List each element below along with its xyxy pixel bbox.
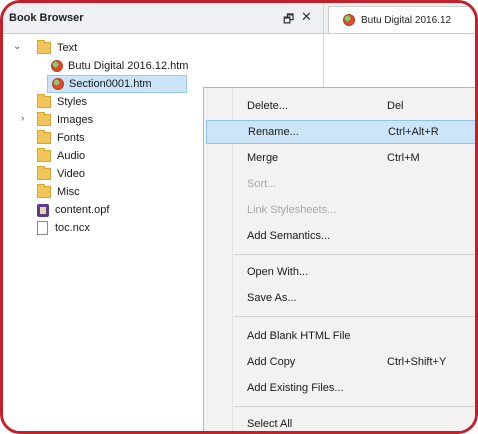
- tree-folder-audio[interactable]: Audio: [37, 147, 85, 165]
- menu-item-label: Add Blank HTML File: [247, 330, 351, 342]
- opf-file-icon: [37, 203, 49, 217]
- menu-separator: [234, 316, 475, 317]
- menu-item-label: Merge: [247, 152, 279, 164]
- tree-label: Misc: [57, 186, 80, 198]
- folder-icon: [37, 112, 51, 126]
- menu-item-rename[interactable]: Rename... Ctrl+Alt+R: [206, 120, 475, 144]
- html-file-icon: [52, 78, 64, 90]
- menu-item-add-semantics[interactable]: Add Semantics...: [206, 224, 475, 248]
- menu-item-shortcut: Del: [387, 100, 404, 112]
- panel-header: Book Browser 🗗 ✕: [3, 3, 323, 34]
- editor-tab-strip: Butu Digital 2016.12: [324, 3, 475, 34]
- expand-images-icon[interactable]: ›: [21, 113, 24, 124]
- menu-item-label: Sort...: [247, 178, 277, 190]
- menu-item-shortcut: Ctrl+M: [387, 152, 420, 164]
- context-menu: Delete... Del Rename... Ctrl+Alt+R Merge…: [203, 87, 475, 431]
- folder-icon: [37, 94, 51, 108]
- html-file-icon: [343, 14, 355, 26]
- menu-item-add-existing-files[interactable]: Add Existing Files...: [206, 376, 475, 400]
- menu-item-add-copy[interactable]: Add Copy Ctrl+Shift+Y: [206, 350, 475, 374]
- float-panel-icon[interactable]: 🗗: [283, 10, 294, 31]
- tree-label: Audio: [57, 150, 86, 162]
- folder-icon: [37, 40, 51, 54]
- tree-file-toc-ncx[interactable]: toc.ncx: [37, 219, 90, 237]
- tree-label: content.opf: [55, 204, 110, 216]
- tree-label: toc.ncx: [55, 222, 90, 234]
- tree-folder-fonts[interactable]: Fonts: [37, 129, 85, 147]
- tree-label: Butu Digital 2016.12.htm: [68, 60, 189, 72]
- tree-label: Video: [57, 168, 85, 180]
- menu-item-label: Select All: [247, 418, 293, 430]
- ncx-file-icon: [37, 221, 48, 235]
- menu-item-label: Open With...: [247, 266, 309, 278]
- tree-label: Styles: [57, 96, 87, 108]
- tree-folder-video[interactable]: Video: [37, 165, 85, 183]
- tree-label: Text: [57, 42, 78, 54]
- menu-separator: [234, 254, 475, 255]
- tree-file-content-opf[interactable]: content.opf: [37, 201, 109, 219]
- menu-item-shortcut: Ctrl+Shift+Y: [387, 356, 447, 368]
- close-panel-icon[interactable]: ✕: [301, 9, 312, 25]
- menu-item-label: Save As...: [247, 292, 297, 304]
- folder-icon: [37, 166, 51, 180]
- menu-item-label: Link Stylesheets...: [247, 204, 337, 216]
- tab-label: Butu Digital 2016.12: [361, 14, 452, 26]
- tree-label: Images: [57, 114, 94, 126]
- menu-item-save-as[interactable]: Save As...: [206, 286, 475, 310]
- menu-item-open-with[interactable]: Open With...: [206, 260, 475, 284]
- menu-separator: [234, 406, 475, 407]
- menu-item-label: Delete...: [247, 100, 288, 112]
- menu-item-label: Add Semantics...: [247, 230, 331, 242]
- menu-item-select-all[interactable]: Select All: [206, 412, 475, 431]
- menu-item-link-stylesheets[interactable]: Link Stylesheets...: [206, 198, 475, 222]
- tree-file-section0001[interactable]: Section0001.htm: [47, 75, 187, 93]
- menu-item-label: Rename...: [248, 126, 299, 138]
- menu-item-delete[interactable]: Delete... Del: [206, 94, 475, 118]
- menu-item-merge[interactable]: Merge Ctrl+M: [206, 146, 475, 170]
- menu-item-label: Add Copy: [247, 356, 296, 368]
- panel-title: Book Browser: [9, 12, 84, 24]
- menu-item-add-blank-html[interactable]: Add Blank HTML File: [206, 324, 475, 348]
- tree-folder-text[interactable]: Text: [37, 39, 77, 57]
- expand-text-icon[interactable]: ⌄: [13, 41, 21, 52]
- folder-icon: [37, 184, 51, 198]
- folder-icon: [37, 148, 51, 162]
- tree-folder-misc[interactable]: Misc: [37, 183, 80, 201]
- tree-label: Fonts: [57, 132, 85, 144]
- folder-icon: [37, 130, 51, 144]
- tree-folder-styles[interactable]: Styles: [37, 93, 87, 111]
- tree-file-butu-digital[interactable]: Butu Digital 2016.12.htm: [51, 57, 188, 75]
- tree-folder-images[interactable]: Images: [37, 111, 93, 129]
- menu-item-sort[interactable]: Sort...: [206, 172, 475, 196]
- menu-item-shortcut: Ctrl+Alt+R: [388, 126, 439, 138]
- tab-butu-digital[interactable]: Butu Digital 2016.12: [328, 6, 475, 33]
- menu-item-label: Add Existing Files...: [247, 382, 344, 394]
- html-file-icon: [51, 60, 63, 72]
- tree-label: Section0001.htm: [69, 78, 152, 90]
- app-frame: Book Browser 🗗 ✕ ⌄ Text Butu Digital 201…: [0, 0, 478, 434]
